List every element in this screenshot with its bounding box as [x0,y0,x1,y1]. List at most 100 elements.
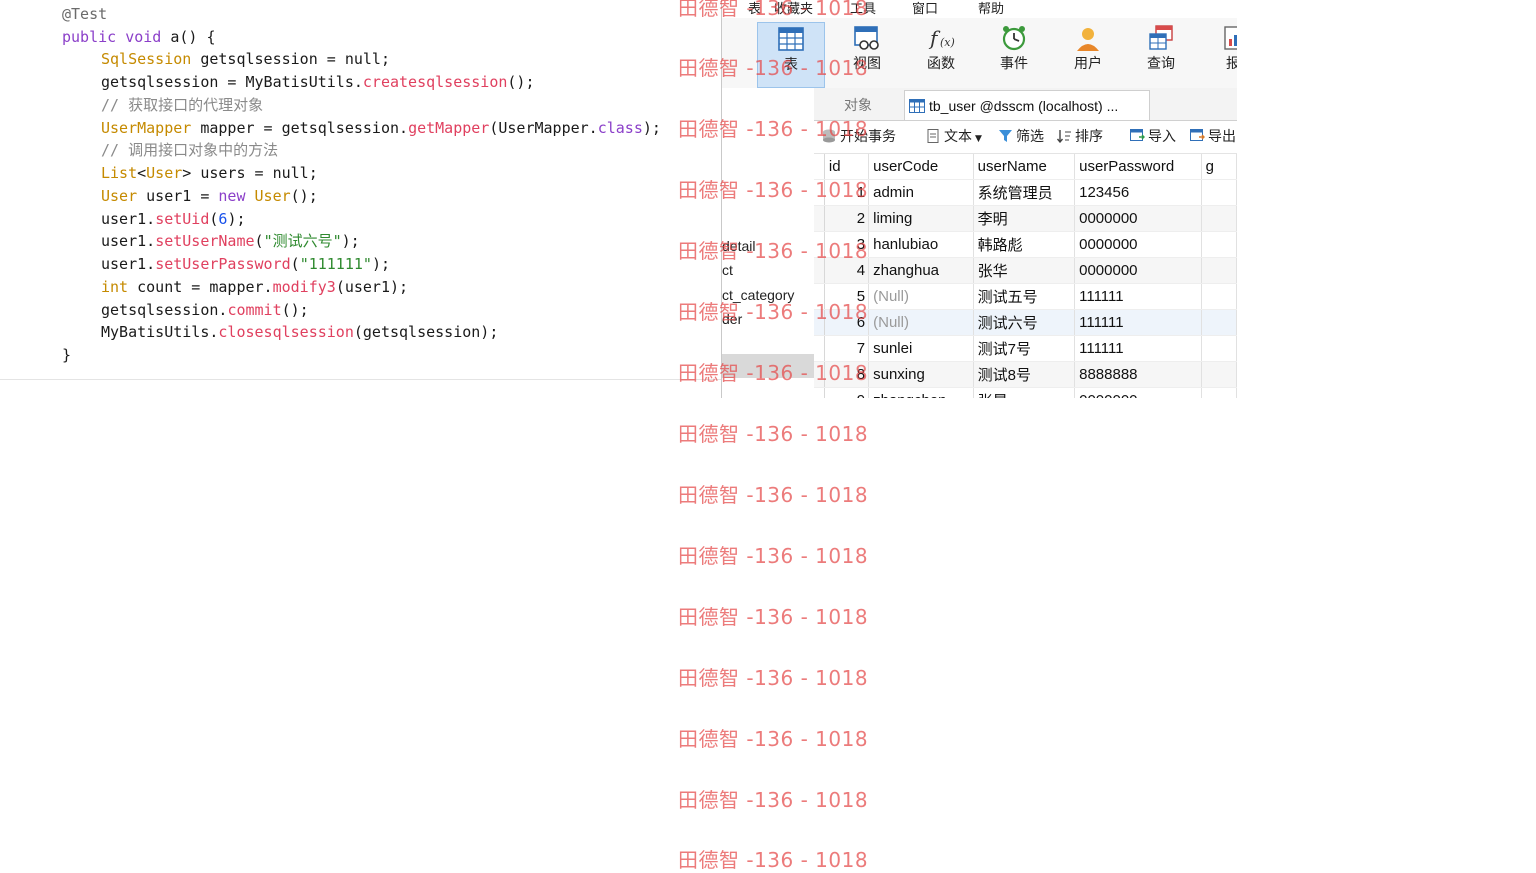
table-row-current[interactable]: 6 (Null) 测试六号 111111 [814,309,1237,336]
code-line-close: MyBatisUtils.closesqlsession(getsqlsessi… [101,321,498,344]
tree-item-ct-category[interactable]: ct_category [722,283,794,307]
cell-userpassword[interactable]: 0000000 [1074,257,1202,284]
row-indicator[interactable] [814,231,825,258]
row-indicator[interactable] [814,335,825,362]
toolbar-function-button[interactable]: f (x) 函数 [908,22,974,86]
table-row[interactable]: 2 liming 李明 0000000 [814,205,1237,232]
column-header-username[interactable]: userName [973,154,1076,180]
cell-next[interactable] [1201,335,1237,362]
code-editor[interactable]: @Test public void a() { SqlSession getsq… [0,0,722,380]
cell-usercode[interactable]: zhangchen [868,387,974,398]
table-row[interactable]: 9zhangchen张晨0000000 [814,387,1237,398]
table-row[interactable]: 1 admin 系统管理员 123456 [814,179,1237,206]
menu-help[interactable]: 帮助 [978,0,1004,17]
cell-next[interactable] [1201,205,1237,232]
view-icon [854,26,879,50]
cell-id[interactable]: 2 [824,205,870,232]
cell-id[interactable]: 6 [824,309,870,336]
cell-username[interactable]: 张晨 [973,387,1076,398]
cell-next[interactable] [1201,309,1237,336]
cell-next[interactable] [1201,231,1237,258]
cell-username[interactable]: 李明 [973,205,1076,232]
column-header-next[interactable]: g [1201,154,1237,180]
tree-item-selected[interactable] [722,354,814,378]
sort-button[interactable]: 排序 [1057,127,1103,147]
cell-id[interactable]: 7 [824,335,870,362]
cell-userpassword[interactable]: 111111 [1074,309,1202,336]
cell-username[interactable]: 测试六号 [973,309,1076,336]
import-button[interactable]: 导入 [1130,127,1176,147]
column-header-id[interactable]: id [824,154,870,180]
toolbar-table-button[interactable]: 表 [757,22,825,88]
menu-table[interactable]: 表 [748,0,761,17]
filter-button[interactable]: 筛选 [998,127,1044,147]
cell-usercode[interactable]: admin [868,179,974,206]
cell-username[interactable]: 韩路彪 [973,231,1076,258]
cell-next[interactable] [1201,179,1237,206]
cell-username[interactable]: 测试五号 [973,283,1076,310]
menu-favorites[interactable]: 收藏夹 [774,0,813,17]
tree-item-detail[interactable]: detail [722,234,755,258]
table-row[interactable]: 7 sunlei 测试7号 111111 [814,335,1237,362]
cell-next[interactable] [1201,257,1237,284]
toolbar-event-button[interactable]: 事件 [981,22,1047,86]
keyword-class: class [597,119,643,137]
begin-transaction-button[interactable]: 开始事务 [822,127,896,147]
cell-id[interactable]: 3 [824,231,870,258]
export-button[interactable]: 导出 [1190,127,1236,147]
tab-tb-user[interactable]: tb_user @dsscm (localhost) ... [904,90,1150,120]
cell-id[interactable]: 4 [824,257,870,284]
text-button[interactable]: 文本 ▼ [926,127,982,147]
tree-item-der[interactable]: der [722,307,742,331]
tree-item-ct[interactable]: ct [722,258,733,282]
menu-tools[interactable]: 工具 [850,0,876,17]
method-setuserpassword: setUserPassword [155,255,291,273]
table-row[interactable]: 3 hanlubiao 韩路彪 0000000 [814,231,1237,258]
cell-next[interactable] [1201,361,1237,388]
cell-username[interactable]: 测试7号 [973,335,1076,362]
table-row[interactable]: 4 zhanghua 张华 0000000 [814,257,1237,284]
cell-usercode-null[interactable]: (Null) [868,309,974,336]
cell-id[interactable]: 8 [824,361,870,388]
cell-id[interactable]: 1 [824,179,870,206]
cell-usercode[interactable]: zhanghua [868,257,974,284]
table-row[interactable]: 5 (Null) 测试五号 111111 [814,283,1237,310]
cell-userpassword[interactable]: 123456 [1074,179,1202,206]
cell-id[interactable]: 5 [824,283,870,310]
cell-usercode[interactable]: liming [868,205,974,232]
cell-username[interactable]: 测试8号 [973,361,1076,388]
row-indicator[interactable] [814,309,825,336]
menu-window[interactable]: 窗口 [912,0,938,17]
tab-objects[interactable]: 对象 [814,90,902,120]
method-commit: commit [227,301,282,319]
toolbar-view-button[interactable]: 视图 [834,22,900,86]
row-indicator[interactable] [814,361,825,388]
cell-userpassword[interactable]: 0000000 [1074,231,1202,258]
row-indicator[interactable] [814,205,825,232]
cell-userpassword[interactable]: 0000000 [1074,205,1202,232]
cell-next[interactable] [1201,283,1237,310]
toolbar-user-button[interactable]: 用户 [1055,22,1121,86]
toolbar-query-button[interactable]: 查询 [1128,22,1194,86]
row-indicator[interactable] [814,387,825,398]
row-indicator[interactable] [814,257,825,284]
cell-next[interactable] [1201,387,1237,398]
column-header-userpassword[interactable]: userPassword [1074,154,1202,180]
cell-userpassword[interactable]: 111111 [1074,335,1202,362]
row-indicator[interactable] [814,283,825,310]
cell-username[interactable]: 系统管理员 [973,179,1076,206]
code-text: user1. [101,255,156,273]
table-row[interactable]: 8 sunxing 测试8号 8888888 [814,361,1237,388]
cell-userpassword[interactable]: 111111 [1074,283,1202,310]
cell-usercode[interactable]: hanlubiao [868,231,974,258]
row-indicator[interactable] [814,179,825,206]
cell-username[interactable]: 张华 [973,257,1076,284]
cell-userpassword[interactable]: 8888888 [1074,361,1202,388]
cell-usercode[interactable]: sunxing [868,361,974,388]
cell-userpassword[interactable]: 0000000 [1074,387,1202,398]
toolbar-report-button[interactable]: 报 [1200,22,1237,86]
cell-id[interactable]: 9 [824,387,870,398]
column-header-usercode[interactable]: userCode [868,154,974,180]
cell-usercode-null[interactable]: (Null) [868,283,974,310]
cell-usercode[interactable]: sunlei [868,335,974,362]
